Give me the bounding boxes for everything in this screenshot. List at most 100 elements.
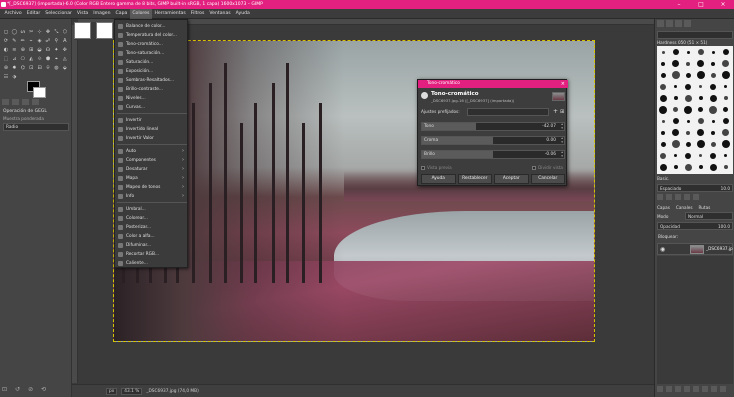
tool-icon[interactable]: ⬗	[10, 74, 18, 81]
tool-icon[interactable]: ☷	[2, 74, 10, 81]
new-group-icon[interactable]	[666, 386, 672, 392]
brush-thumbnail[interactable]	[698, 107, 703, 112]
brush-thumbnail[interactable]	[723, 107, 728, 112]
brush-thumbnail[interactable]	[711, 61, 715, 66]
colors-menu-item[interactable]: Colorear...	[115, 214, 187, 223]
duplicate-brush-icon[interactable]	[675, 194, 681, 200]
brush-thumbnail[interactable]	[661, 130, 665, 135]
brush-thumbnail[interactable]	[660, 152, 666, 159]
tool-icon[interactable]: ⊡	[27, 65, 35, 72]
brush-thumbnail[interactable]	[659, 105, 667, 114]
tool-icon[interactable]: ⊟	[36, 65, 44, 72]
colors-menu-item[interactable]: Color a alfa...	[115, 232, 187, 241]
colors-menu-item[interactable]: Tono-cromático...	[115, 40, 187, 49]
colors-menu-item[interactable]: Difuminar...	[115, 241, 187, 250]
brush-thumbnail[interactable]	[659, 163, 667, 171]
menu-editar[interactable]: Editar	[24, 9, 43, 19]
brush-thumbnail[interactable]	[709, 94, 717, 102]
brush-thumbnail[interactable]	[685, 152, 691, 159]
tool-icon[interactable]: ◒	[36, 47, 44, 54]
duplicate-layer-icon[interactable]	[693, 386, 699, 392]
raise-layer-icon[interactable]	[675, 386, 681, 392]
anchor-layer-icon[interactable]	[702, 386, 708, 392]
lightness-slider[interactable]: Brillo -0.06 ▴ ▾	[421, 150, 565, 159]
brush-thumbnail[interactable]	[659, 94, 667, 102]
colors-menu-item[interactable]: Curvas...	[115, 103, 187, 112]
brush-thumbnail[interactable]	[722, 60, 729, 67]
radius-field[interactable]: Radio	[3, 123, 69, 131]
brush-thumbnail[interactable]	[660, 141, 666, 147]
brush-thumbnail[interactable]	[673, 165, 678, 169]
tool-icon[interactable]: ✦	[52, 47, 60, 54]
colors-menu-item[interactable]: Recortar RGB...	[115, 250, 187, 259]
mask-layer-icon[interactable]	[711, 386, 717, 392]
tool-icon[interactable]: A	[61, 38, 69, 45]
menu-capa[interactable]: Capa	[113, 9, 130, 19]
brush-thumbnail[interactable]	[722, 49, 729, 55]
brush-thumbnail[interactable]	[698, 165, 703, 169]
tool-icon[interactable]: ⊿	[10, 56, 18, 63]
reset-options-icon[interactable]: ⟲	[41, 386, 46, 393]
brush-thumbnail[interactable]	[673, 107, 678, 112]
refresh-brushes-icon[interactable]	[693, 194, 699, 200]
brush-thumbnail[interactable]	[697, 129, 704, 136]
mode-select[interactable]: Normal	[685, 212, 733, 220]
brush-thumbnail[interactable]	[685, 141, 691, 147]
restore-options-icon[interactable]: ↺	[15, 386, 20, 393]
tab-paths[interactable]: Rutas	[699, 205, 711, 210]
tool-icon[interactable]: ⤡	[52, 29, 60, 36]
layer-row[interactable]: ◉ _DSC6937.jp	[657, 243, 733, 255]
opacity-field[interactable]: Opacidad 100.0	[657, 222, 733, 230]
brush-thumbnail[interactable]	[685, 72, 691, 78]
edit-brush-icon[interactable]	[657, 194, 663, 200]
brush-thumbnail[interactable]	[710, 72, 716, 78]
brush-thumbnail[interactable]	[723, 96, 728, 100]
brush-thumbnail[interactable]	[660, 83, 666, 90]
tool-icon[interactable]: ⬢	[44, 56, 52, 63]
colors-menu-item[interactable]: Sombras-Resaltados...	[115, 76, 187, 85]
new-layer-icon[interactable]	[657, 386, 663, 392]
tool-icon[interactable]: ◬	[61, 56, 69, 63]
brush-thumbnail[interactable]	[696, 71, 705, 79]
undo-history-tab-icon[interactable]	[22, 99, 29, 105]
unit-select[interactable]: px	[106, 387, 118, 395]
spacing-field[interactable]: Espaciado 10.0	[657, 184, 733, 192]
tool-icon[interactable]: ⟳	[2, 38, 10, 45]
menu-imagen[interactable]: Imagen	[91, 9, 113, 19]
brush-thumbnail[interactable]	[686, 50, 690, 54]
menu-ayuda[interactable]: Ayuda	[233, 9, 252, 19]
brush-thumbnail[interactable]	[661, 50, 665, 54]
background-color-swatch[interactable]	[33, 87, 46, 98]
brush-thumbnail[interactable]	[697, 49, 704, 55]
ok-button[interactable]: Aceptar	[494, 174, 529, 184]
tool-icon[interactable]: ≋	[10, 47, 18, 54]
colors-menu-item[interactable]: Niveles...	[115, 94, 187, 103]
tool-icon[interactable]: ⬚	[2, 56, 10, 63]
tool-icon[interactable]: ᔕ	[19, 29, 27, 36]
cancel-button[interactable]: Cancelar	[530, 174, 565, 184]
brush-thumbnail[interactable]	[723, 165, 728, 169]
lightness-spin-icon[interactable]: ▴ ▾	[561, 150, 563, 158]
menu-seleccionar[interactable]: Seleccionar	[43, 9, 75, 19]
tool-icon[interactable]: ◐	[2, 47, 10, 54]
brushes-tab-icon[interactable]	[657, 20, 664, 27]
tool-icon[interactable]: ◯	[10, 29, 18, 36]
save-options-icon[interactable]: ⊡	[2, 386, 7, 393]
menu-archivo[interactable]: Archivo	[2, 9, 24, 19]
close-window-button[interactable]: ×	[712, 0, 734, 9]
colors-menu-item[interactable]: Mapeo de tonos ›	[115, 183, 187, 192]
add-preset-button[interactable]: +	[553, 108, 558, 116]
brush-thumbnail[interactable]	[709, 105, 717, 114]
brush-tag-filter[interactable]: Basic.	[657, 176, 669, 181]
colors-menu-item[interactable]: Auto ›	[115, 147, 187, 156]
preview-checkbox[interactable]	[421, 166, 425, 170]
brush-thumbnail[interactable]	[696, 140, 705, 148]
colors-menu-item[interactable]: Mapa ›	[115, 174, 187, 183]
brush-thumbnail[interactable]	[710, 141, 716, 147]
tool-icon[interactable]: ◍	[52, 65, 60, 72]
brush-filter-field[interactable]	[657, 31, 733, 39]
brush-thumbnail[interactable]	[671, 140, 680, 148]
tool-icon[interactable]: ⎔	[19, 56, 27, 63]
tool-icon[interactable]: ⚲	[52, 38, 60, 45]
brush-thumbnail[interactable]	[672, 118, 679, 124]
